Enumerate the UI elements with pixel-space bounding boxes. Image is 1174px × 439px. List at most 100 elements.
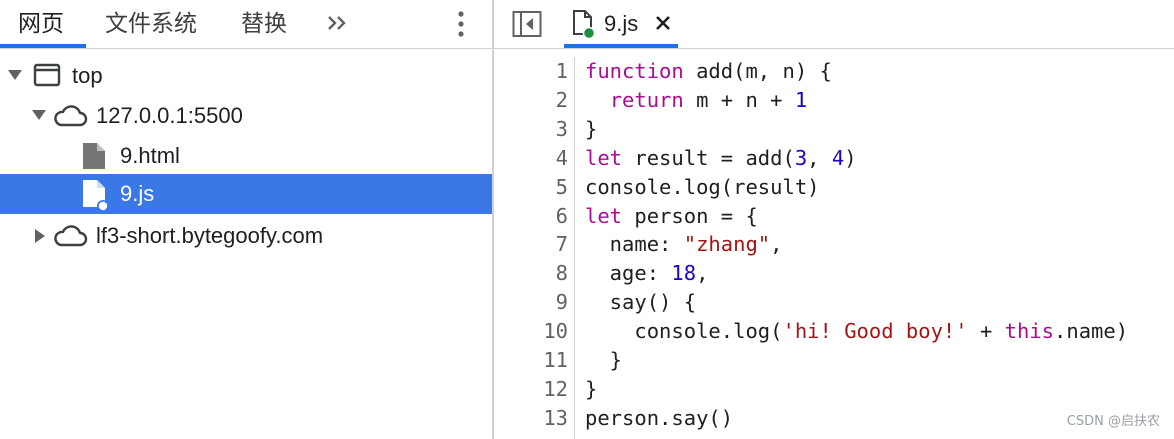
cloud-icon [54,225,88,247]
code-token: console.log( [585,319,783,344]
code-line[interactable]: 11 } [494,346,1174,375]
expand-arrow-icon[interactable] [8,69,22,81]
line-number[interactable]: 1 [494,57,568,86]
active-tab-underline [564,44,678,48]
code-text: } [585,346,622,375]
code-line[interactable]: 6 let person = { [494,202,1174,231]
tree-item-label: 127.0.0.1:5500 [96,103,243,128]
code-token: person = { [622,203,758,228]
code-token: say() { [585,290,697,315]
line-number[interactable]: 9 [494,288,568,317]
active-tab-underline [0,44,86,48]
navigator-tabbar: 网页 文件系统 替换 [0,0,492,49]
code-line[interactable]: 3} [494,115,1174,144]
code-token: console.log(result) [585,174,820,199]
tree-item-label: lf3-short.bytegoofy.com [96,223,324,248]
code-token: , [770,232,783,257]
frame-icon [33,63,61,87]
code-token: } [585,116,598,141]
code-token: .name) [1054,319,1129,344]
code-line[interactable]: 8 age: 18, [494,259,1174,288]
code-line[interactable]: 12} [494,375,1174,404]
code-line[interactable]: 1 function add(m, n) { [494,57,1174,86]
code-token: "zhang" [683,232,771,257]
editor-tabbar: 9.js [494,0,1174,49]
code-token: person.say() [585,405,734,430]
tree-item-9-html[interactable]: 9.html [0,136,492,176]
tab-9-js[interactable]: 9.js [564,0,678,48]
code-token: name: [585,232,684,257]
code-text: let result = add(3, 4) [585,144,857,173]
code-editor[interactable]: 1 function add(m, n) {2 return m + n + 13… [494,57,1174,439]
cloud-icon [54,105,88,127]
line-number[interactable]: 3 [494,115,568,144]
code-token: ) [844,145,857,170]
code-token: add(m, n) { [683,59,832,83]
code-text: console.log(result) [585,173,820,202]
code-line[interactable]: 2 return m + n + 1 [494,86,1174,115]
code-text: } [585,115,597,144]
code-token: + [967,319,1005,344]
code-token: , [807,145,832,170]
close-icon[interactable] [654,14,672,32]
code-text: return m + n + 1 [585,86,808,115]
watermark: CSDN @启扶农 [1066,414,1160,429]
code-token: let [585,203,623,228]
file-modified-icon [83,180,109,211]
expand-arrow-icon[interactable] [32,109,46,121]
code-text: let person = { [585,202,758,231]
line-number[interactable]: 6 [494,202,568,231]
code-line[interactable]: 10 console.log('hi! Good boy!' + this.na… [494,317,1174,346]
code-text: console.log('hi! Good boy!' + this.name) [585,317,1128,346]
tab-page[interactable]: 网页 [18,0,64,48]
line-number[interactable]: 10 [494,317,568,346]
code-token: 4 [831,145,845,170]
tree-item-label: top [72,63,103,88]
code-token: , [696,261,709,286]
line-number[interactable]: 13 [494,404,568,433]
code-token: result = add( [622,145,795,170]
code-token: m + n + [683,87,795,112]
tree-item-9-js[interactable]: 9.js [0,174,492,214]
navigator-panel: 网页 文件系统 替换 top 127.0.0.1:5500 9.html 9.j… [0,0,492,439]
line-number[interactable]: 2 [494,86,568,115]
double-chevron-right-icon[interactable] [326,8,348,38]
code-token: 18 [671,261,697,286]
editor-panel: 9.js 1 function add(m, n) { 2 return m + n… [494,0,1174,439]
line-number[interactable]: 11 [494,346,568,375]
code-token: } [585,376,598,401]
code-text: age: 18, [585,259,709,288]
code-token: let [585,145,623,170]
line-number[interactable]: 7 [494,230,568,259]
tree-item-label: 9.js [120,181,155,206]
code-token: 'hi! Good boy!' [782,319,968,344]
collapse-arrow-icon[interactable] [34,228,46,244]
line-number[interactable]: 8 [494,259,568,288]
code-line[interactable]: 4 let result = add(3, 4) [494,144,1174,173]
code-token: age: [585,261,672,286]
tree-item-localhost[interactable]: 127.0.0.1:5500 [0,96,492,136]
tab-overrides[interactable]: 替换 [241,0,287,48]
line-number[interactable]: 12 [494,375,568,404]
line-number[interactable]: 4 [494,144,568,173]
toggle-navigator-icon[interactable] [512,10,542,38]
line-number[interactable]: 5 [494,173,568,202]
kebab-menu-icon[interactable] [452,10,470,40]
code-text: say() { [585,288,696,317]
tree-item-bytegoofy[interactable]: lf3-short.bytegoofy.com [0,216,492,256]
code-token: this [1004,319,1055,344]
code-token: function [585,59,684,83]
code-line[interactable]: 7 name: "zhang", [494,230,1174,259]
tab-filesystem[interactable]: 文件系统 [105,0,197,48]
tab-label: 9.js [604,11,639,36]
file-icon [83,143,105,169]
code-token: return [609,87,684,112]
code-line[interactable]: 5 console.log(result) [494,173,1174,202]
code-text: person.say() [585,404,733,433]
tree-item-label: 9.html [120,143,180,168]
tree-item-top[interactable]: top [0,56,492,96]
code-text: } [585,375,597,404]
code-line[interactable]: 9 say() { [494,288,1174,317]
file-modified-icon [573,10,596,40]
